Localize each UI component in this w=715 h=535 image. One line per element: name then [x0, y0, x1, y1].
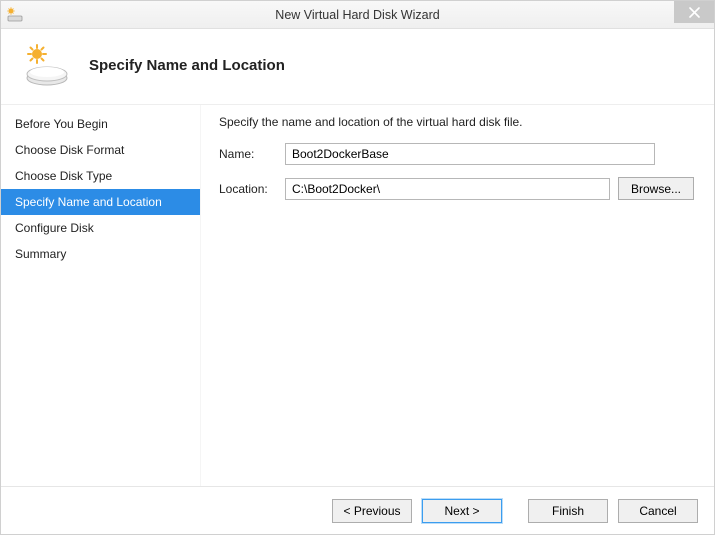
wizard-header: Specify Name and Location: [1, 29, 714, 105]
name-row: Name:: [219, 143, 694, 165]
step-configure-disk[interactable]: Configure Disk: [1, 215, 200, 241]
wizard-header-icon: [23, 42, 71, 90]
location-input[interactable]: [285, 178, 610, 200]
wizard-title-icon: [7, 7, 23, 23]
browse-button[interactable]: Browse...: [618, 177, 694, 200]
wizard-footer: < Previous Next > Finish Cancel: [1, 486, 714, 534]
name-label: Name:: [219, 147, 277, 161]
step-before-you-begin[interactable]: Before You Begin: [1, 111, 200, 137]
wizard-steps: Before You Begin Choose Disk Format Choo…: [1, 105, 201, 486]
cancel-button[interactable]: Cancel: [618, 499, 698, 523]
window-title: New Virtual Hard Disk Wizard: [1, 8, 714, 22]
instruction-text: Specify the name and location of the vir…: [219, 115, 694, 129]
titlebar: New Virtual Hard Disk Wizard: [1, 1, 714, 29]
step-choose-disk-type[interactable]: Choose Disk Type: [1, 163, 200, 189]
page-title: Specify Name and Location: [89, 57, 285, 74]
next-button[interactable]: Next >: [422, 499, 502, 523]
name-input[interactable]: [285, 143, 655, 165]
location-label: Location:: [219, 182, 277, 196]
previous-button[interactable]: < Previous: [332, 499, 412, 523]
location-row: Location: Browse...: [219, 177, 694, 200]
finish-button[interactable]: Finish: [528, 499, 608, 523]
step-summary[interactable]: Summary: [1, 241, 200, 267]
window-close-button[interactable]: [674, 1, 714, 23]
wizard-content: Specify the name and location of the vir…: [201, 105, 714, 486]
step-specify-name-and-location[interactable]: Specify Name and Location: [1, 189, 200, 215]
step-choose-disk-format[interactable]: Choose Disk Format: [1, 137, 200, 163]
